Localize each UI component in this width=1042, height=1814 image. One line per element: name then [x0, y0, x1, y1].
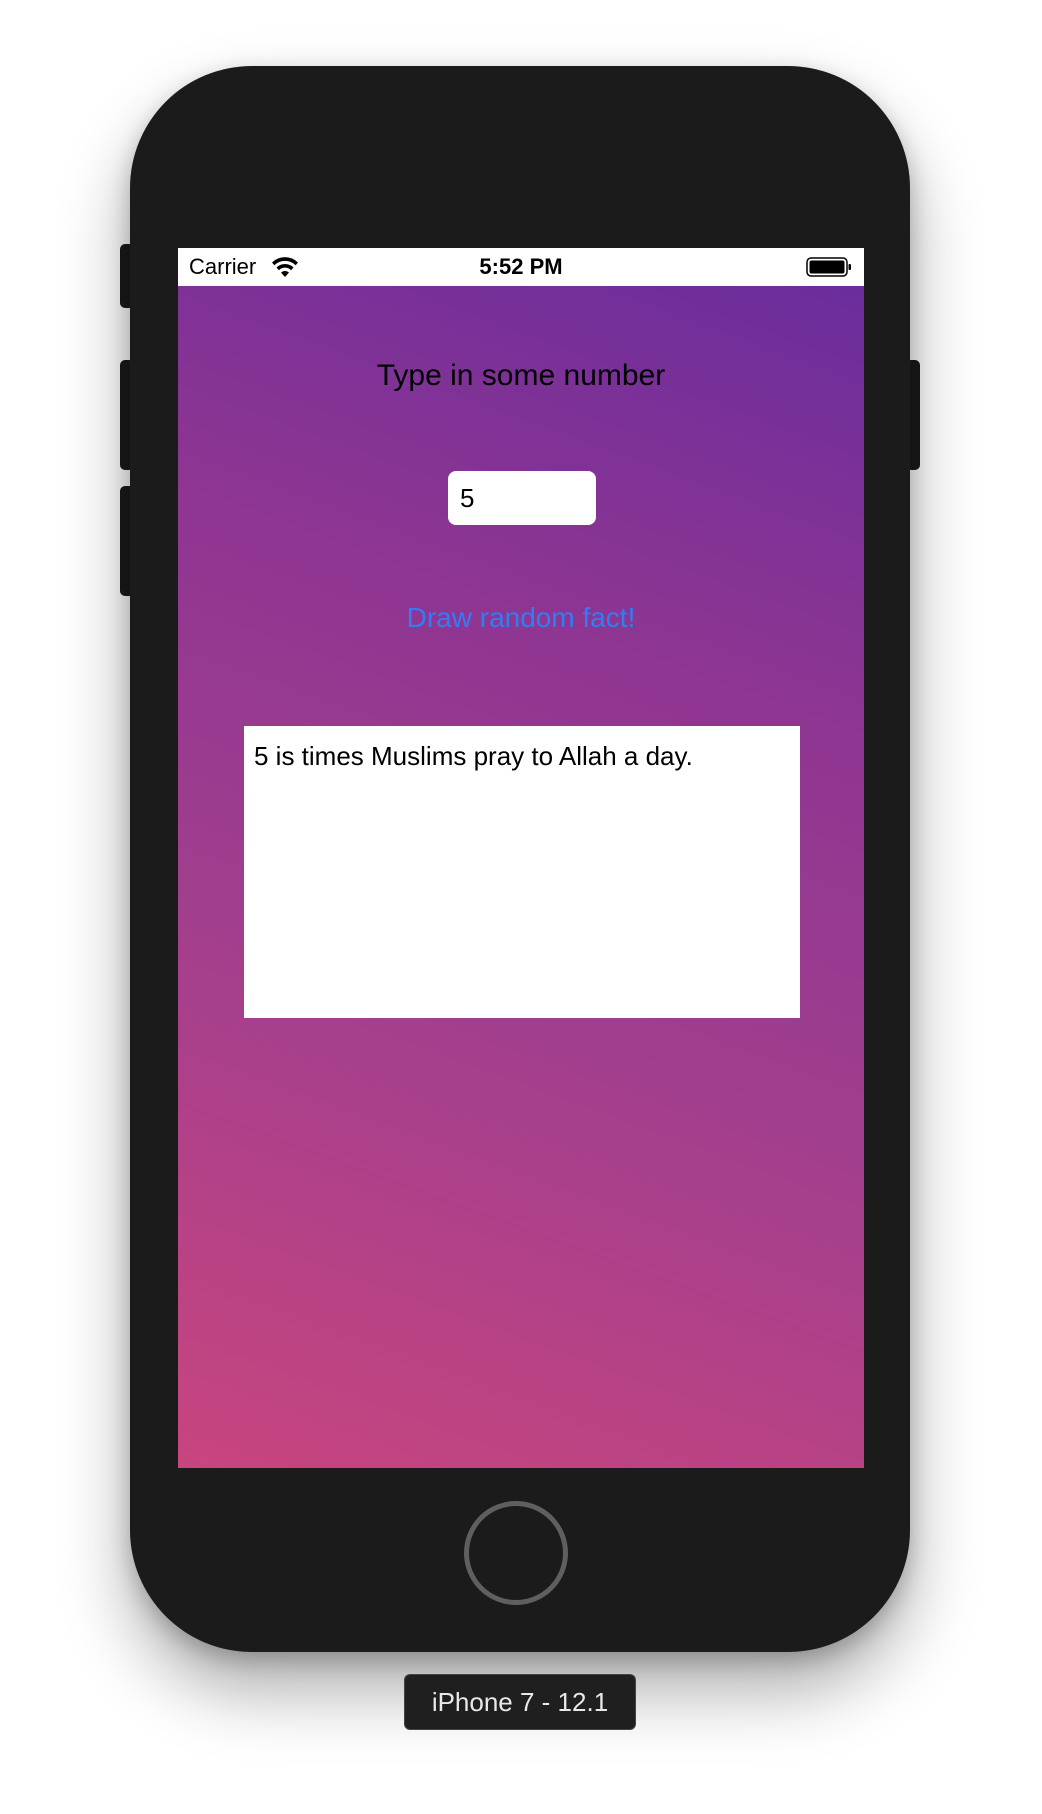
device-label: iPhone 7 - 12.1 — [404, 1674, 636, 1730]
prompt-label: Type in some number — [376, 359, 666, 392]
phone-screen: Carrier 5:52 PM Type in some number Draw… — [178, 248, 864, 1468]
number-input[interactable] — [448, 471, 596, 525]
status-time: 5:52 PM — [479, 254, 563, 279]
draw-random-fact-button[interactable]: Draw random fact! — [371, 598, 671, 638]
status-bar: Carrier 5:52 PM — [178, 248, 864, 286]
fact-text-view[interactable]: 5 is times Muslims pray to Allah a day. — [244, 726, 800, 1018]
home-button[interactable] — [464, 1501, 568, 1605]
simulator-window: Carrier 5:52 PM Type in some number Draw… — [0, 0, 1042, 1814]
battery-icon — [806, 257, 851, 277]
app-view: Type in some number Draw random fact! 5 … — [178, 286, 864, 1468]
